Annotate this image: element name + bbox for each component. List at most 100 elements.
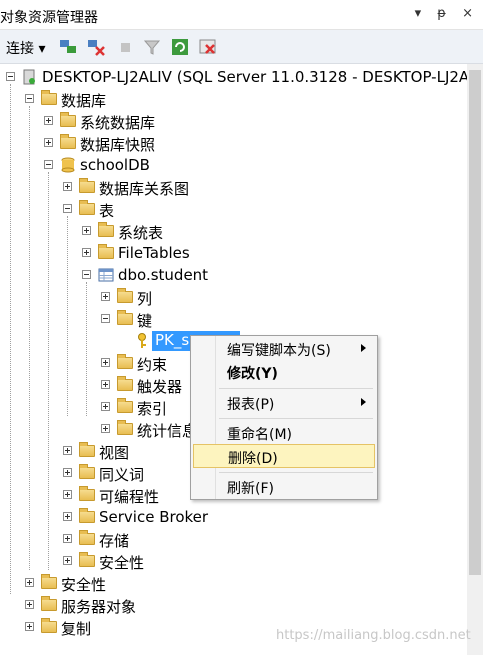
expand-toggle[interactable] <box>82 248 91 257</box>
toolbar: 连接 ▾ <box>0 30 483 64</box>
menu-item-reports[interactable]: 报表(P) <box>191 391 377 415</box>
tree-guide <box>29 106 30 570</box>
key-icon <box>138 333 146 348</box>
tree-label: Service Broker <box>99 508 209 526</box>
menu-item-label: 编写键脚本为(S) <box>227 343 331 359</box>
folder-icon <box>79 552 95 567</box>
menu-separator <box>219 388 373 389</box>
tree-guide <box>48 172 49 570</box>
tree-label: 约束 <box>137 356 168 374</box>
tree-label: 服务器对象 <box>61 598 137 616</box>
expand-toggle[interactable] <box>101 358 110 367</box>
folder-icon <box>60 112 76 127</box>
tree-label: 索引 <box>137 400 168 418</box>
tree-guide <box>67 216 68 416</box>
folder-icon <box>117 288 133 303</box>
collapse-toggle[interactable] <box>101 314 110 323</box>
folder-icon <box>117 376 133 391</box>
collapse-toggle[interactable] <box>82 270 91 279</box>
folder-icon <box>98 244 114 259</box>
folder-icon <box>79 530 95 545</box>
menu-item-rename[interactable]: 重命名(M) <box>191 421 377 445</box>
folder-icon <box>41 574 57 589</box>
expand-toggle[interactable] <box>101 402 110 411</box>
folder-icon <box>79 442 95 457</box>
tree-label: 存储 <box>99 532 130 550</box>
tree-label: 列 <box>137 290 153 308</box>
tree-label: 安全性 <box>99 554 145 572</box>
tree-label: dbo.student <box>118 266 209 284</box>
folder-icon <box>117 354 133 369</box>
menu-separator <box>219 418 373 419</box>
collapse-toggle[interactable] <box>63 204 72 213</box>
menu-item-label: 修改(Y) <box>227 366 278 382</box>
tree-label: 可编程性 <box>99 488 160 506</box>
tree-label: 复制 <box>61 620 92 638</box>
menu-item-label: 重命名(M) <box>227 427 293 443</box>
menu-item-delete[interactable]: 删除(D) <box>193 444 375 468</box>
expand-toggle[interactable] <box>44 116 53 125</box>
expand-toggle[interactable] <box>63 446 72 455</box>
tree-label: 系统表 <box>118 224 164 242</box>
menu-item-script-as[interactable]: 编写键脚本为(S) <box>191 337 377 361</box>
menu-item-label: 报表(P) <box>227 397 275 413</box>
expand-toggle[interactable] <box>44 138 53 147</box>
folder-icon <box>117 420 133 435</box>
activity-monitor-icon[interactable] <box>198 37 218 57</box>
folder-icon <box>60 134 76 149</box>
panel-title: 对象资源管理器 <box>0 10 98 26</box>
refresh-icon[interactable] <box>170 37 190 57</box>
tree-label: 统计信息 <box>137 422 198 440</box>
folder-icon <box>79 464 95 479</box>
expand-toggle[interactable] <box>63 490 72 499</box>
tree-label: 视图 <box>99 444 130 462</box>
panel-window-controls[interactable]: ▾ ᵽ × <box>415 6 479 21</box>
folder-icon <box>79 508 95 523</box>
expand-toggle[interactable] <box>25 578 34 587</box>
expand-toggle[interactable] <box>63 182 72 191</box>
expand-toggle[interactable] <box>63 468 72 477</box>
expand-toggle[interactable] <box>101 380 110 389</box>
database-icon <box>61 157 75 173</box>
expand-toggle[interactable] <box>63 512 72 521</box>
tree-label: 键 <box>137 312 153 330</box>
tree-label: FileTables <box>118 244 190 262</box>
tree-label: 安全性 <box>61 576 107 594</box>
expand-toggle[interactable] <box>25 600 34 609</box>
connect-dropdown[interactable]: 连接 ▾ <box>6 38 45 58</box>
tree-guide <box>10 84 11 594</box>
tree-label: schoolDB <box>80 156 150 174</box>
folder-icon <box>117 398 133 413</box>
tree-label: 数据库 <box>61 92 107 110</box>
tree-guide <box>86 282 87 416</box>
collapse-toggle[interactable] <box>25 94 34 103</box>
menu-item-refresh[interactable]: 刷新(F) <box>191 475 377 499</box>
disconnect-icon[interactable] <box>86 37 106 57</box>
collapse-toggle[interactable] <box>6 72 15 81</box>
connect-object-explorer-icon[interactable] <box>58 37 78 57</box>
tree-label: 触发器 <box>137 378 183 396</box>
filter-icon[interactable] <box>142 37 162 57</box>
server-icon <box>23 69 35 85</box>
folder-icon <box>79 178 95 193</box>
expand-toggle[interactable] <box>101 292 110 301</box>
menu-item-label: 删除(D) <box>228 451 278 467</box>
vertical-scrollbar[interactable] <box>467 64 483 655</box>
stop-icon[interactable] <box>116 37 136 57</box>
tree-label: 数据库关系图 <box>99 180 190 198</box>
menu-item-modify[interactable]: 修改(Y) <box>191 360 377 384</box>
expand-toggle[interactable] <box>82 226 91 235</box>
folder-icon <box>41 596 57 611</box>
folder-icon <box>117 310 133 325</box>
tree-label: 同义词 <box>99 466 145 484</box>
expand-toggle[interactable] <box>101 424 110 433</box>
context-menu: 编写键脚本为(S) 修改(Y) 报表(P) 重命名(M) 删除(D) 刷新(F) <box>190 335 378 500</box>
expand-toggle[interactable] <box>25 622 34 631</box>
collapse-toggle[interactable] <box>44 160 53 169</box>
watermark: https://mailiang.blog.csdn.net <box>276 628 471 643</box>
folder-icon <box>79 486 95 501</box>
expand-toggle[interactable] <box>63 534 72 543</box>
folder-icon <box>41 90 57 105</box>
expand-toggle[interactable] <box>63 556 72 565</box>
scrollbar-thumb[interactable] <box>469 70 481 575</box>
